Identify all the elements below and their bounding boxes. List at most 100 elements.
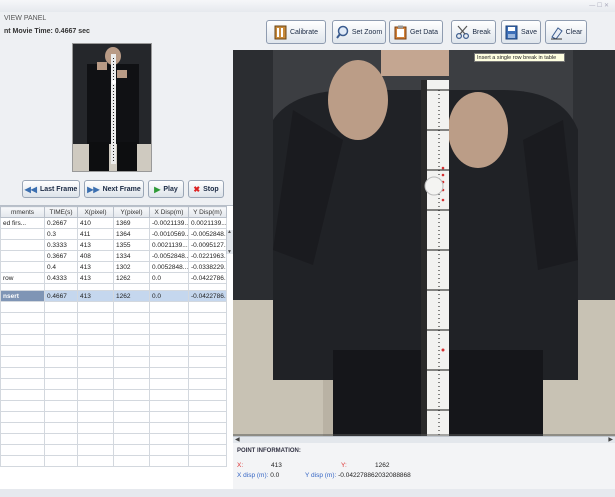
table-cell[interactable]: 413 — [77, 272, 114, 284]
table-break-row[interactable] — [0, 283, 227, 291]
table-cell[interactable]: 413 — [77, 239, 114, 251]
table-row-selected[interactable]: nsert 0.4667 413 1262 0.0 -0.0422786... — [0, 290, 227, 302]
x-disp-label: X disp (m): — [237, 472, 269, 479]
video-frame-view[interactable] — [233, 50, 615, 436]
table-row-empty[interactable] — [0, 433, 227, 445]
save-label: Save — [521, 28, 537, 36]
column-header-x-pixel[interactable]: X(pixel) — [77, 206, 114, 218]
clear-button[interactable]: Clear — [545, 20, 587, 44]
y-value: 1262 — [375, 462, 390, 469]
play-button[interactable]: ▶ Play — [148, 180, 184, 198]
column-header-time[interactable]: TIME(s) — [44, 206, 78, 218]
table-cell[interactable]: 1355 — [113, 239, 150, 251]
table-cell[interactable]: 0.0021139... — [188, 217, 227, 229]
window-controls[interactable]: — ☐ ✕ — [589, 2, 609, 9]
table-cell[interactable]: -0.0422786... — [188, 272, 227, 284]
table-cell[interactable]: -0.0338229... — [188, 261, 227, 273]
table-cell[interactable]: 0.4333 — [44, 272, 78, 284]
table-row[interactable]: ed firs... 0.2667 410 1369 -0.0021139...… — [0, 217, 227, 229]
table-cell[interactable]: 1302 — [113, 261, 150, 273]
table-cell[interactable]: 0.3667 — [44, 250, 78, 262]
table-row[interactable]: 0.4 413 1302 0.0052848... -0.0338229... — [0, 261, 227, 273]
table-cell[interactable] — [0, 261, 45, 273]
table-row[interactable]: row 0.4333 413 1262 0.0 -0.0422786... — [0, 272, 227, 284]
table-cell[interactable]: -0.0422786... — [188, 290, 227, 302]
table-cell[interactable]: nsert — [0, 290, 45, 302]
table-row-empty[interactable] — [0, 312, 227, 324]
table-cell[interactable]: 1262 — [113, 272, 150, 284]
table-cell[interactable]: -0.0095127... — [188, 239, 227, 251]
x-field: X: — [237, 462, 243, 469]
table-row-empty[interactable] — [0, 356, 227, 368]
fast-forward-icon: ▶▶ — [87, 184, 100, 194]
table-row-empty[interactable] — [0, 455, 227, 467]
table-cell[interactable]: 0.3 — [44, 228, 78, 240]
table-row-empty[interactable] — [0, 422, 227, 434]
table-row-empty[interactable] — [0, 301, 227, 313]
table-cell[interactable]: -0.0052848... — [149, 250, 189, 262]
data-table: mments TIME(s) X(pixel) Y(pixel) X Disp(… — [0, 206, 227, 467]
table-cell[interactable]: 0.2667 — [44, 217, 78, 229]
set-zoom-button[interactable]: Set Zoom — [332, 20, 386, 44]
table-row-empty[interactable] — [0, 411, 227, 423]
table-cell[interactable]: 0.4667 — [44, 290, 78, 302]
table-cell[interactable]: ed firs... — [0, 217, 45, 229]
table-cell[interactable]: 408 — [77, 250, 114, 262]
movie-time-display: nt Movie Time: 0.4667 sec — [4, 28, 90, 35]
table-row-empty[interactable] — [0, 400, 227, 412]
table-cell[interactable]: row — [0, 272, 45, 284]
column-header-y-pixel[interactable]: Y(pixel) — [113, 206, 150, 218]
table-cell[interactable]: 1262 — [113, 290, 150, 302]
table-cell[interactable]: 0.0 — [149, 290, 189, 302]
last-frame-button[interactable]: ◀◀ Last Frame — [22, 180, 80, 198]
calibrate-label: Calibrate — [289, 28, 318, 36]
table-scrollbar[interactable] — [226, 229, 233, 255]
save-button[interactable]: Save — [501, 20, 541, 44]
table-row-empty[interactable] — [0, 323, 227, 335]
table-cell[interactable]: 1369 — [113, 217, 150, 229]
table-row[interactable]: 0.3333 413 1355 0.0021139... -0.0095127.… — [0, 239, 227, 251]
table-row-empty[interactable] — [0, 444, 227, 456]
stop-button[interactable]: ✖ Stop — [188, 180, 224, 198]
scroll-right-arrow-icon[interactable]: ▶ — [608, 436, 613, 443]
table-cell[interactable]: -0.0010569... — [149, 228, 189, 240]
table-row-empty[interactable] — [0, 389, 227, 401]
table-row[interactable]: 0.3667 408 1334 -0.0052848... -0.0221963… — [0, 250, 227, 262]
table-row-empty[interactable] — [0, 334, 227, 346]
table-cell[interactable]: 1334 — [113, 250, 150, 262]
next-frame-button[interactable]: ▶▶ Next Frame — [84, 180, 144, 198]
table-header-row: mments TIME(s) X(pixel) Y(pixel) X Disp(… — [0, 206, 227, 218]
get-data-button[interactable]: Get Data — [389, 20, 443, 44]
table-cell[interactable]: 0.4 — [44, 261, 78, 273]
calibrate-button[interactable]: Calibrate — [266, 20, 326, 44]
table-cell[interactable]: 410 — [77, 217, 114, 229]
column-header-comments[interactable]: mments — [0, 206, 45, 218]
table-cell[interactable]: 0.0021139... — [149, 239, 189, 251]
table-row-empty[interactable] — [0, 345, 227, 357]
table-cell[interactable]: -0.0021139... — [149, 217, 189, 229]
table-cell[interactable] — [0, 250, 45, 262]
table-cell[interactable]: 413 — [77, 261, 114, 273]
stop-label: Stop — [203, 185, 219, 193]
point-info-heading: POINT INFORMATION: — [237, 448, 301, 454]
scroll-left-arrow-icon[interactable]: ◀ — [235, 436, 240, 443]
eraser-icon — [550, 25, 563, 40]
column-header-x-disp[interactable]: X Disp(m) — [149, 206, 189, 218]
table-cell[interactable]: 0.0052848... — [149, 261, 189, 273]
table-cell[interactable]: 411 — [77, 228, 114, 240]
table-cell[interactable]: -0.0052848... — [188, 228, 227, 240]
break-button[interactable]: Break — [451, 20, 496, 44]
table-cell[interactable] — [0, 239, 45, 251]
title-bar: — ☐ ✕ — [0, 0, 615, 12]
table-cell[interactable]: 0.3333 — [44, 239, 78, 251]
column-header-y-disp[interactable]: Y Disp(m) — [188, 206, 227, 218]
video-horizontal-scrollbar[interactable]: ◀ ▶ — [233, 436, 615, 443]
table-cell[interactable]: 0.0 — [149, 272, 189, 284]
table-row-empty[interactable] — [0, 378, 227, 390]
table-row[interactable]: 0.3 411 1364 -0.0010569... -0.0052848... — [0, 228, 227, 240]
table-cell[interactable]: 413 — [77, 290, 114, 302]
table-row-empty[interactable] — [0, 367, 227, 379]
table-cell[interactable]: -0.0221963... — [188, 250, 227, 262]
table-cell[interactable]: 1364 — [113, 228, 150, 240]
table-cell[interactable] — [0, 228, 45, 240]
